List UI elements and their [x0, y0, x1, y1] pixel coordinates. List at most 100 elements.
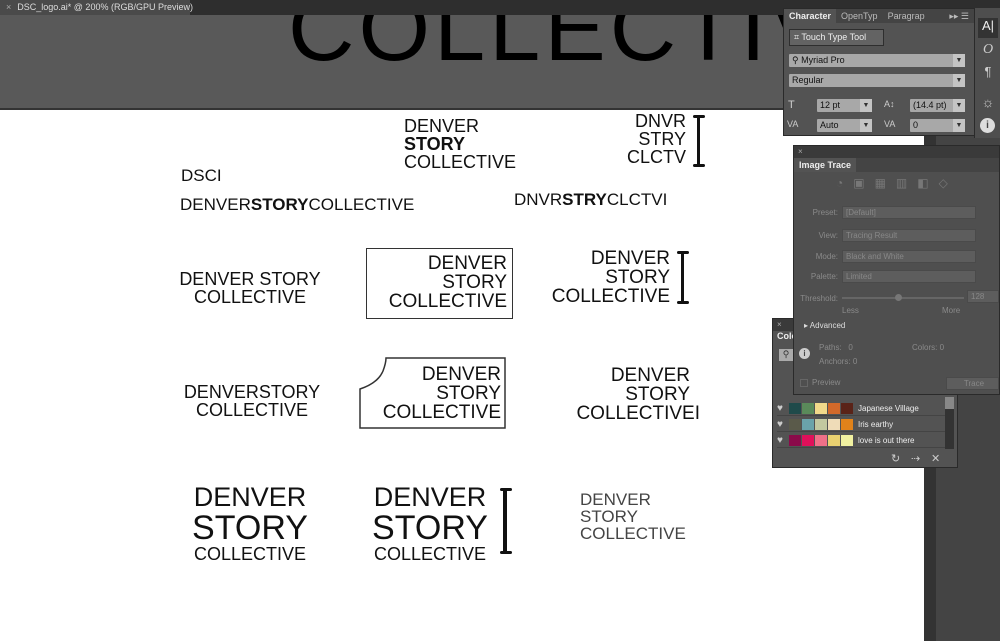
panel-menu-icon[interactable]: ▸▸ ☰ [944, 9, 974, 23]
shuffle-icon[interactable]: ✕ [931, 452, 940, 465]
logo-line: DENVER [193, 482, 307, 512]
logo-variant-6[interactable]: DENVER STORY COLLECTIVE [172, 270, 328, 306]
swatch[interactable] [802, 402, 814, 414]
view-value: Tracing Result [846, 231, 898, 240]
logo-line: COLLECTIVE [382, 402, 501, 423]
theme-row[interactable]: ♥ love is out there [777, 433, 947, 448]
swatch[interactable] [828, 418, 840, 430]
theme-row[interactable]: ♥ Japanese Village [777, 401, 947, 416]
logo-line: STORY [625, 384, 690, 405]
heart-icon[interactable]: ♥ [777, 419, 789, 430]
logo-line: DENVER [580, 490, 651, 509]
symbol-icon[interactable]: ☼ [978, 94, 998, 110]
leading-icon: A↕ [884, 99, 895, 109]
swatch[interactable] [815, 402, 827, 414]
logo-line: STORY [372, 509, 488, 547]
chevron-down-icon: ▼ [860, 99, 872, 112]
logo-line: STORY [404, 134, 466, 154]
character-icon[interactable]: A| [978, 18, 998, 38]
paragraph-icon[interactable]: ¶ [978, 64, 998, 79]
info-icon[interactable]: i [980, 118, 995, 133]
close-tab-icon[interactable]: × [6, 2, 11, 12]
logo-variant-13[interactable]: DENVER STORY COLLECTIVE [365, 484, 495, 564]
logo-line: COLLECTIVE [404, 152, 517, 172]
logo-variant-12[interactable]: DENVER STORY COLLECTIVE [185, 482, 315, 564]
tracking-field[interactable]: 0 ▼ [910, 119, 965, 132]
threshold-slider[interactable] [842, 294, 964, 301]
swatch[interactable] [815, 418, 827, 430]
logo-variant-7[interactable]: DENVER STORY COLLECTIVE [370, 254, 507, 311]
palette-value: Limited [846, 272, 872, 281]
threshold-field[interactable]: 128 [967, 290, 999, 303]
threshold-slider-thumb[interactable] [895, 294, 903, 301]
tab-character[interactable]: Character [784, 9, 837, 23]
leading-field[interactable]: (14.4 pt) ▼ [910, 99, 965, 112]
logo-variant-9[interactable]: DENVERSTORY COLLECTIVE [172, 383, 332, 419]
swatch[interactable] [828, 434, 840, 446]
logo-variant-14[interactable]: DENVER STORY COLLECTIVE [580, 491, 686, 542]
kerning-field[interactable]: Auto ▼ [817, 119, 872, 132]
chevron-down-icon: ▼ [953, 54, 965, 67]
bracket-mark-icon [677, 251, 693, 304]
font-size-field[interactable]: 12 pt ▼ [817, 99, 872, 112]
panel-close-icon[interactable]: × [794, 146, 999, 158]
preset-value: [Default] [846, 208, 876, 217]
anchors-readout: Anchors: 0 [819, 357, 858, 366]
tab-paragraph[interactable]: Paragrap [883, 9, 930, 23]
font-style-dropdown[interactable]: Regular ▼ [789, 74, 965, 87]
preview-checkbox[interactable] [800, 379, 808, 387]
opentype-icon[interactable]: O [978, 42, 998, 58]
swatch[interactable] [841, 402, 853, 414]
logo-variant-2[interactable]: DNVR STRY CLCTV [610, 112, 686, 166]
pasteboard-logo-text[interactable]: COLLECTIV [288, 15, 835, 75]
swatch[interactable] [802, 418, 814, 430]
logo-variant-8[interactable]: DENVER STORY COLLECTIVE [540, 249, 670, 306]
link-colors-icon[interactable]: ⇢ [911, 452, 920, 465]
touch-type-label: Touch Type Tool [801, 32, 867, 42]
trace-preset-icons[interactable]: ◔▣▦▥◧◇ [836, 176, 958, 190]
scrollbar[interactable] [945, 397, 954, 449]
swatch[interactable] [815, 434, 827, 446]
tab-opentype[interactable]: OpenTyp [836, 9, 883, 23]
palette-dropdown[interactable]: Limited [842, 270, 976, 283]
logo-line: DENVERSTORY [183, 382, 321, 402]
heart-icon[interactable]: ♥ [777, 435, 789, 446]
advanced-toggle[interactable]: ▸ Advanced [804, 321, 845, 330]
logo-variant-4[interactable]: DENVERSTORYCOLLECTIVE [180, 196, 414, 213]
view-label: View: [818, 231, 838, 240]
logo-line: COLLECTIVE [551, 286, 670, 307]
logo-variant-1[interactable]: DENVER STORY COLLECTIVE [404, 117, 516, 171]
image-trace-panel: × Image Trace ◔▣▦▥◧◇ Preset: [Default] V… [793, 145, 1000, 395]
preset-label: Preset: [812, 208, 838, 217]
document-tab[interactable]: × DSC_logo.ai* @ 200% (RGB/GPU Preview) [0, 0, 193, 15]
logo-line: STORY [580, 507, 638, 526]
trace-button[interactable]: Trace [946, 377, 999, 390]
view-dropdown[interactable]: Tracing Result [842, 229, 976, 242]
swatch[interactable] [828, 402, 840, 414]
search-icon[interactable]: ⚲ [779, 349, 793, 361]
info-icon: i [799, 348, 810, 359]
heart-icon[interactable]: ♥ [777, 403, 789, 414]
font-style-value: Regular [792, 75, 824, 85]
swatch[interactable] [789, 418, 801, 430]
theme-row[interactable]: ♥ Iris earthy [777, 417, 947, 432]
logo-part: CLCTVI [606, 190, 668, 209]
logo-variant-11[interactable]: DENVER STORY COLLECTIVEI [560, 366, 700, 423]
mode-value: Black and White [846, 252, 904, 261]
logo-variant-10[interactable]: DENVER STORY COLLECTIVE [370, 365, 501, 422]
swatch[interactable] [789, 434, 801, 446]
swatch[interactable] [802, 434, 814, 446]
swatch[interactable] [789, 402, 801, 414]
refresh-icon[interactable]: ↻ [891, 452, 900, 465]
kerning-icon: VA [787, 119, 799, 129]
preset-dropdown[interactable]: [Default] [842, 206, 976, 219]
image-trace-title[interactable]: Image Trace [794, 158, 857, 172]
touch-type-tool-button[interactable]: ⌗ Touch Type Tool [789, 29, 884, 46]
less-label: Less [842, 306, 859, 315]
logo-variant-5[interactable]: DNVRSTRYCLCTVI [514, 191, 667, 208]
mode-dropdown[interactable]: Black and White [842, 250, 976, 263]
logo-variant-3[interactable]: DSCI [181, 167, 222, 184]
swatch[interactable] [841, 418, 853, 430]
swatch[interactable] [841, 434, 853, 446]
font-family-dropdown[interactable]: ⚲ Myriad Pro ▼ [789, 54, 965, 67]
